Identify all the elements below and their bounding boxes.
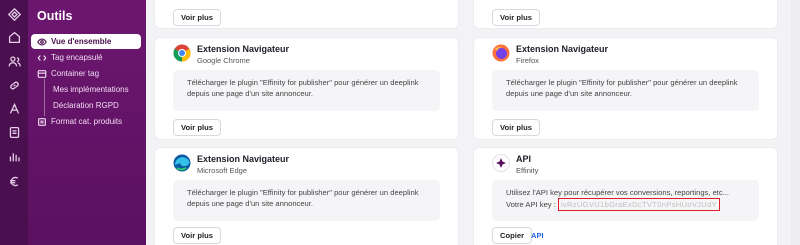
card-title: API — [516, 154, 532, 164]
tag-icon — [37, 117, 47, 127]
card-description: Télécharger le plugin "Effinity for publ… — [492, 70, 759, 111]
voir-plus-button[interactable]: Voir plus — [173, 227, 221, 244]
eye-icon — [37, 37, 47, 47]
tools-panel: Outils Vue d'ensemble Tag encapsulé Cont… — [28, 0, 146, 245]
users-icon[interactable] — [6, 53, 22, 69]
voir-plus-button[interactable]: Voir plus — [173, 9, 221, 26]
card-top-left: Voir plus — [154, 0, 459, 29]
card-description: Télécharger le plugin "Effinity for publ… — [173, 70, 440, 111]
api-description-text: Utilisez l'API key pour récupérer vos co… — [506, 188, 730, 197]
nav-label: Tag encapsulé — [51, 53, 103, 62]
card-subtitle: Effinity — [516, 166, 539, 175]
voir-plus-button[interactable]: Voir plus — [492, 119, 540, 136]
api-key-label: Votre API key : — [506, 200, 556, 209]
card-subtitle: Firefox — [516, 56, 539, 65]
voir-plus-button[interactable]: Voir plus — [173, 119, 221, 136]
card-title: Extension Navigateur — [197, 154, 290, 164]
nav-label: Mes implémentations — [53, 85, 129, 94]
api-key-value[interactable]: ivRzUGVU1bGraExDcTVT0nPsHUoVJUdY — [557, 198, 720, 211]
copy-button[interactable]: Copier — [492, 227, 533, 244]
card-top-right: Voir plus — [473, 0, 778, 29]
nav-declaration-rgpd[interactable]: Déclaration RGPD — [31, 95, 141, 116]
card-description: Télécharger le plugin "Effinity for publ… — [173, 180, 440, 221]
nav-label: Vue d'ensemble — [51, 37, 112, 46]
nav-label: Déclaration RGPD — [53, 101, 119, 110]
logo-icon[interactable] — [6, 6, 22, 22]
chrome-icon — [173, 44, 191, 62]
card-subtitle: Google Chrome — [197, 56, 250, 65]
card-chrome-extension: Extension Navigateur Google Chrome Téléc… — [154, 37, 459, 140]
firefox-icon — [492, 44, 510, 62]
nav-container-tag[interactable]: Container tag — [31, 66, 141, 81]
home-icon[interactable] — [6, 29, 22, 45]
card-api: API Effinity Utilisez l'API key pour réc… — [473, 147, 778, 245]
nav-mes-implementations[interactable]: Mes implémentations — [31, 79, 141, 100]
link-icon[interactable] — [6, 77, 22, 93]
main-content: Voir plus Voir plus Extension Navigateur… — [146, 0, 800, 245]
euro-icon[interactable] — [6, 173, 22, 189]
voir-plus-button[interactable]: Voir plus — [492, 9, 540, 26]
chart-icon[interactable] — [6, 148, 22, 164]
icon-rail — [0, 0, 28, 245]
card-subtitle: Microsoft Edge — [197, 166, 248, 175]
card-firefox-extension: Extension Navigateur Firefox Télécharger… — [473, 37, 778, 140]
effinity-icon — [492, 154, 510, 172]
container-icon — [37, 69, 47, 79]
document-icon[interactable] — [6, 124, 22, 140]
card-description: Utilisez l'API key pour récupérer vos co… — [492, 180, 759, 221]
tools-icon[interactable] — [6, 100, 22, 116]
api-link[interactable]: API — [531, 231, 544, 240]
scrollbar[interactable] — [791, 0, 800, 245]
code-icon — [37, 53, 47, 63]
nav-tag-encapsule[interactable]: Tag encapsulé — [31, 50, 141, 65]
card-edge-extension: Extension Navigateur Microsoft Edge Télé… — [154, 147, 459, 245]
card-title: Extension Navigateur — [516, 44, 609, 54]
nav-label: Container tag — [51, 69, 100, 78]
edge-icon — [173, 154, 191, 172]
nav-label: Format cat. produits — [51, 117, 123, 126]
nav-format-cat-produits[interactable]: Format cat. produits — [31, 114, 141, 129]
nav-vue-ensemble[interactable]: Vue d'ensemble — [31, 34, 141, 49]
api-key-row: Votre API key : ivRzUGVU1bGraExDcTVT0nPs… — [506, 198, 745, 211]
card-title: Extension Navigateur — [197, 44, 290, 54]
panel-title: Outils — [37, 9, 73, 23]
